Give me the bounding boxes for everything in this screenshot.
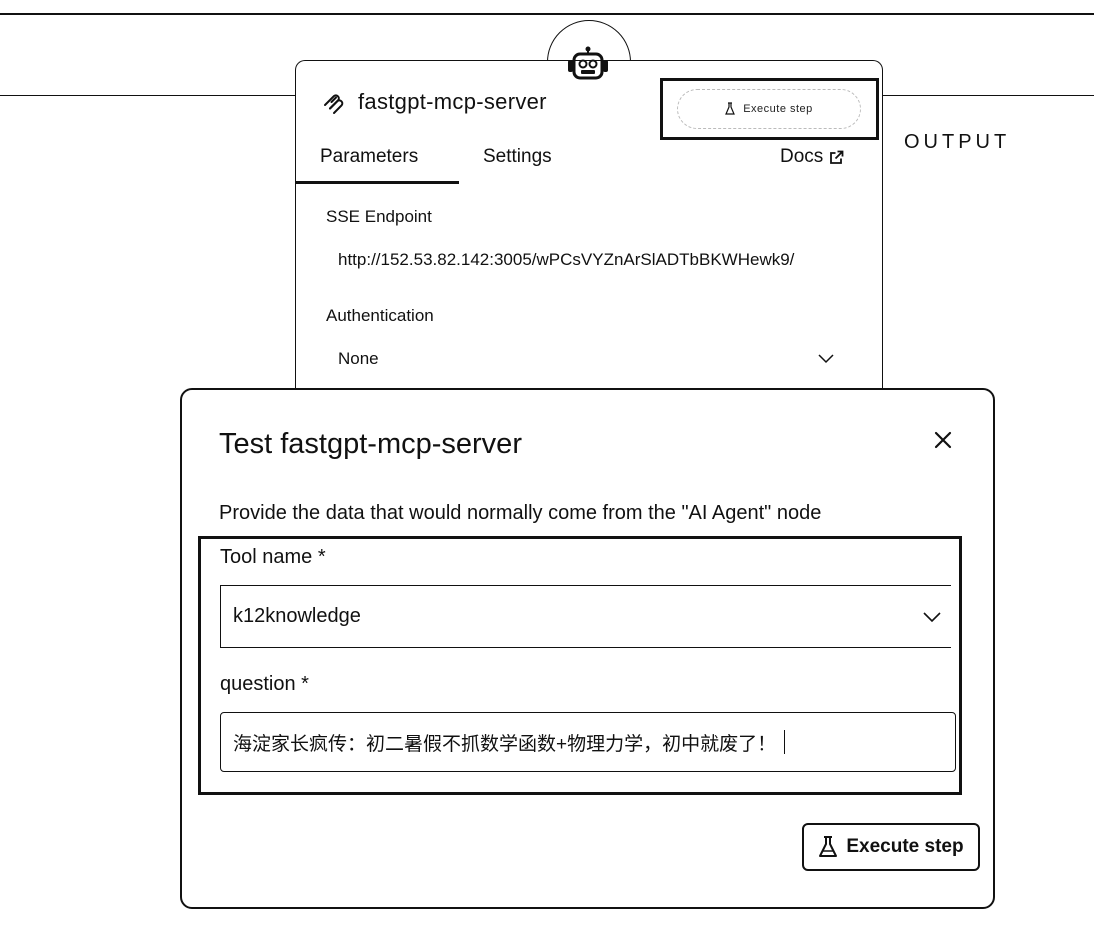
execute-step-label: Execute step [846,836,964,857]
tab-parameters[interactable]: Parameters [320,146,418,168]
flask-icon [819,836,838,857]
text-caret [784,730,786,754]
close-icon[interactable] [931,428,955,452]
chevron-down-icon [923,612,941,623]
robot-icon [568,46,608,80]
tool-name-select[interactable]: k12knowledge [220,585,951,648]
tab-settings[interactable]: Settings [483,146,552,168]
tool-name-value: k12knowledge [233,605,361,627]
question-value: 海淀家长疯传：初二暑假不抓数学函数+物理力学，初中就废了！ [233,733,777,755]
authentication-select[interactable]: None [338,349,379,369]
mini-execute-step-button[interactable]: Execute step [660,78,879,140]
modal-title: Test fastgpt-mcp-server [219,428,522,460]
input-connector-line [0,95,296,96]
docs-link[interactable]: Docs [780,146,844,168]
docs-label: Docs [780,146,824,167]
authentication-label: Authentication [326,306,434,325]
tool-name-label: Tool name * [220,546,326,568]
node-title: fastgpt-mcp-server [358,89,547,114]
flask-icon [725,102,736,115]
question-input[interactable]: 海淀家长疯传：初二暑假不抓数学函数+物理力学，初中就废了！ [220,712,956,772]
sse-endpoint-field[interactable]: http://152.53.82.142:3005/wPCsVYZnArSlAD… [338,250,794,270]
question-label: question * [220,673,309,695]
mcp-icon [324,94,344,114]
external-link-icon [830,150,844,164]
output-label: OUTPUT [904,131,1011,153]
sse-endpoint-label: SSE Endpoint [326,207,432,226]
modal-description: Provide the data that would normally com… [219,502,822,524]
chevron-down-icon[interactable] [818,352,834,364]
active-tab-indicator [296,181,459,184]
execute-step-button[interactable]: Execute step [802,823,980,871]
output-connector-line [880,95,1094,96]
mini-execute-step-label: Execute step [743,103,813,115]
canvas-top-rule [0,13,1094,15]
